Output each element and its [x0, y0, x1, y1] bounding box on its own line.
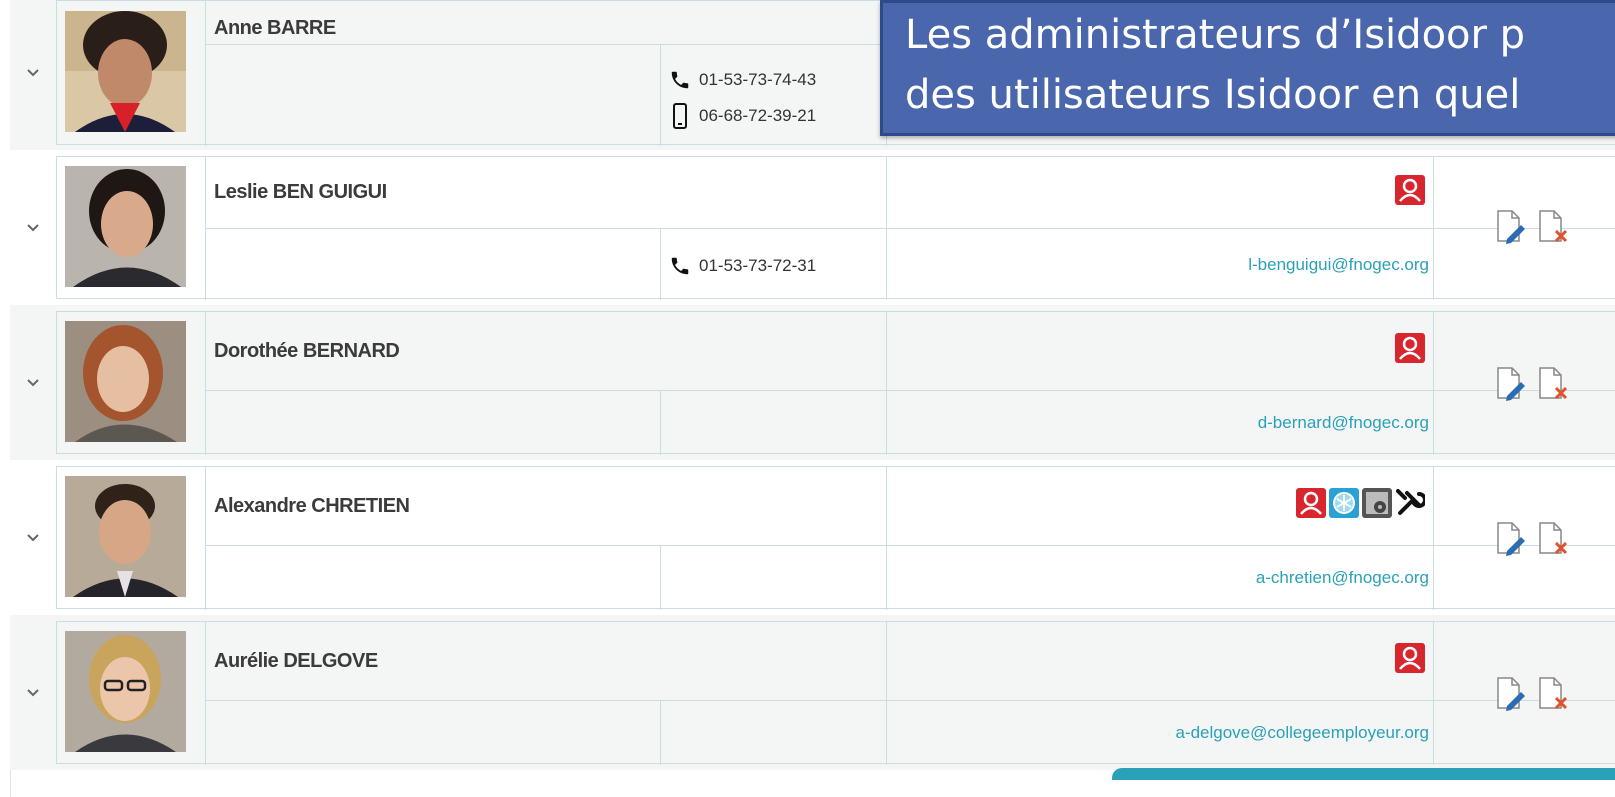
expand-chevron-icon[interactable]: [10, 0, 56, 145]
user-red-icon[interactable]: [1395, 643, 1425, 673]
edit-icon[interactable]: [1495, 209, 1527, 245]
avatar: [65, 631, 186, 752]
email-link[interactable]: a-delgove@collegeemployeur.org: [1175, 723, 1429, 743]
phone-icon: [671, 257, 689, 275]
user-red-icon[interactable]: [1395, 333, 1425, 363]
user-card: Leslie BEN GUIGUI 01-53-73-72-31 l-bengu…: [56, 156, 1615, 300]
role-badges: [1296, 488, 1425, 518]
expand-chevron-icon[interactable]: [10, 150, 56, 305]
expand-chevron-icon[interactable]: [10, 615, 56, 770]
user-name: Leslie BEN GUIGUI: [214, 181, 387, 203]
email-link[interactable]: d-bernard@fnogec.org: [1258, 413, 1429, 433]
user-red-icon[interactable]: [1395, 175, 1425, 205]
user-card: Aurélie DELGOVE a-delgove@collegeemploye…: [56, 621, 1615, 765]
avatar: [65, 166, 186, 287]
row-actions: [1495, 209, 1569, 245]
row-actions: [1495, 676, 1569, 712]
user-card: Dorothée BERNARD d-bernard@fnogec.org: [56, 311, 1615, 455]
user-row-dorothee-bernard: Dorothée BERNARD d-bernard@fnogec.org: [10, 305, 1615, 460]
row-actions: [1495, 521, 1569, 557]
avatar: [65, 476, 186, 597]
user-name: Aurélie DELGOVE: [214, 650, 378, 672]
disk-grey-icon[interactable]: [1362, 488, 1392, 518]
email-link[interactable]: l-benguigui@fnogec.org: [1248, 255, 1429, 275]
delete-icon[interactable]: [1537, 521, 1569, 557]
user-name: Alexandre CHRETIEN: [214, 495, 410, 517]
user-card: Alexandre CHRETIEN a-chretien@fnogec.org: [56, 466, 1615, 610]
mobile-icon: [673, 103, 687, 129]
callout-line-2: des utilisateurs Isidoor en quel: [905, 72, 1521, 118]
edit-icon[interactable]: [1495, 676, 1527, 712]
phone-number: 01-53-73-74-43: [669, 69, 816, 91]
delete-icon[interactable]: [1537, 676, 1569, 712]
email-link[interactable]: a-chretien@fnogec.org: [1256, 568, 1429, 588]
edit-icon[interactable]: [1495, 366, 1527, 402]
expand-chevron-icon[interactable]: [10, 460, 56, 615]
edit-icon[interactable]: [1495, 521, 1527, 557]
delete-icon[interactable]: [1537, 209, 1569, 245]
role-badges: [1395, 643, 1425, 673]
user-row-aurelie-delgove: Aurélie DELGOVE a-delgove@collegeemploye…: [10, 615, 1615, 770]
expand-chevron-icon[interactable]: [10, 305, 56, 460]
mobile-number: 06-68-72-39-21: [669, 103, 816, 129]
delete-icon[interactable]: [1537, 366, 1569, 402]
avatar: [65, 321, 186, 442]
role-badges: [1395, 175, 1425, 205]
phone-icon: [671, 71, 689, 89]
callout-line-1: Les administrateurs d’Isidoor p: [905, 12, 1526, 58]
snowflake-blue-icon[interactable]: [1329, 488, 1359, 518]
user-red-icon[interactable]: [1296, 488, 1326, 518]
user-row-leslie-ben-guigui: Leslie BEN GUIGUI 01-53-73-72-31 l-bengu…: [10, 150, 1615, 305]
bottom-accent-bar: [1112, 768, 1615, 780]
user-name: Anne BARRE: [214, 17, 336, 39]
row-actions: [1495, 366, 1569, 402]
role-badges: [1395, 333, 1425, 363]
avatar: [65, 11, 186, 132]
user-row-alexandre-chretien: Alexandre CHRETIEN a-chretien@fnogec.org: [10, 460, 1615, 615]
tools-icon[interactable]: [1395, 488, 1425, 518]
phone-number: 01-53-73-72-31: [669, 255, 816, 277]
user-name: Dorothée BERNARD: [214, 340, 400, 362]
callout-banner: Les administrateurs d’Isidoor p des util…: [880, 0, 1615, 136]
